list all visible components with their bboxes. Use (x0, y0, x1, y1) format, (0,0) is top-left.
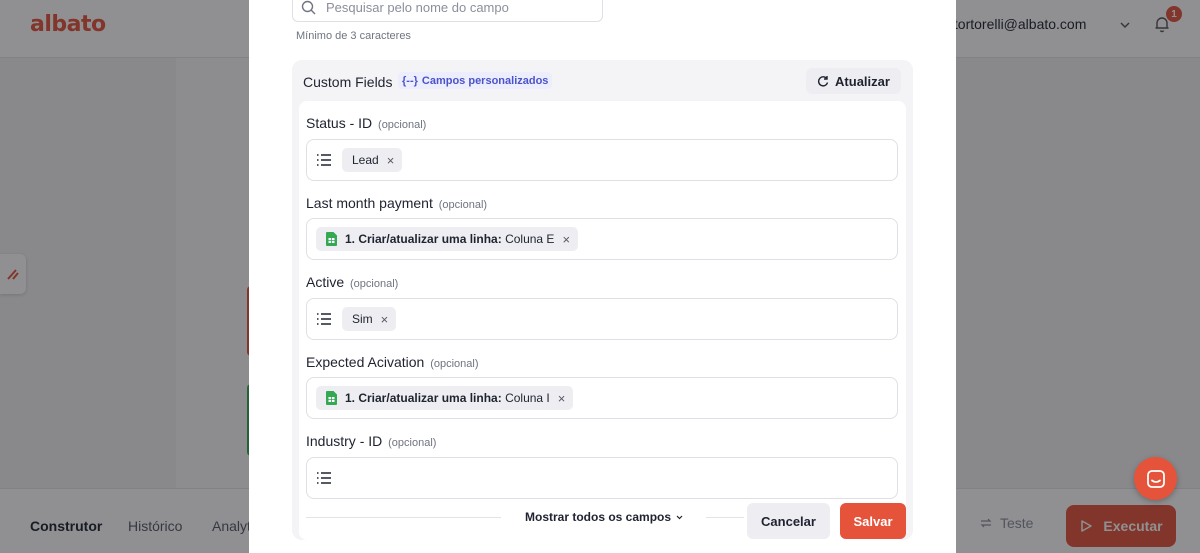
search-hint: Mínimo de 3 caracteres (296, 30, 411, 42)
field-label-industry-id: Industry - ID (opcional) (306, 433, 436, 449)
section-title: Custom Fields (303, 74, 393, 90)
fields-list: Status - ID (opcional) Lead × Last month… (299, 101, 906, 540)
custom-fields-modal: Mínimo de 3 caracteres Custom Fields {--… (249, 0, 956, 553)
list-icon[interactable] (316, 471, 332, 485)
optional-tag: (opcional) (438, 199, 488, 211)
remove-chip-icon[interactable]: × (381, 313, 389, 326)
field-input-active[interactable]: Sim × (306, 298, 898, 340)
refresh-icon (818, 76, 829, 87)
chip-text: Lead (352, 153, 379, 167)
variable-chip: 1. Criar/atualizar uma linha: Coluna E × (316, 227, 579, 251)
remove-chip-icon[interactable]: × (558, 392, 566, 405)
field-label-text: Active (306, 274, 345, 290)
optional-tag: (opcional) (378, 119, 427, 131)
optional-tag: (opcional) (350, 278, 399, 290)
custom-fields-tag: {--} Campos personalizados (398, 72, 553, 89)
remove-chip-icon[interactable]: × (562, 233, 570, 246)
remove-chip-icon[interactable]: × (387, 154, 395, 167)
refresh-button[interactable]: Atualizar (806, 68, 901, 94)
field-label-text: Industry - ID (306, 433, 383, 449)
variable-chip: 1. Criar/atualizar uma linha: Coluna I × (316, 386, 574, 410)
field-label-status-id: Status - ID (opcional) (306, 115, 426, 131)
field-label-text: Status - ID (306, 115, 373, 131)
refresh-button-label: Atualizar (835, 73, 890, 89)
field-label-text: Last month payment (306, 195, 433, 211)
value-chip: Sim × (342, 307, 397, 331)
google-sheets-icon (326, 232, 337, 246)
braces-icon: {--} (402, 74, 418, 87)
field-input-status-id[interactable]: Lead × (306, 139, 898, 181)
search-input[interactable] (326, 0, 586, 15)
chevron-down-icon (676, 515, 683, 519)
value-chip: Lead × (342, 148, 403, 172)
save-button[interactable]: Salvar (840, 503, 906, 539)
field-search[interactable] (292, 0, 603, 22)
show-all-fields-label: Mostrar todos os campos (525, 510, 672, 524)
show-all-fields-toggle[interactable]: Mostrar todos os campos (525, 510, 684, 524)
chip-step-label: 1. Criar/atualizar uma linha: (345, 391, 502, 405)
modal-footer: Mostrar todos os campos Cancelar Salvar (249, 497, 956, 553)
field-label-text: Expected Acivation (306, 354, 425, 370)
chip-text: Coluna E (505, 232, 555, 246)
optional-tag: (opcional) (430, 358, 479, 370)
divider (706, 517, 744, 518)
field-label-expected-activation: Expected Acivation (opcional) (306, 354, 479, 370)
optional-tag: (opcional) (388, 437, 437, 449)
chip-text: Coluna I (505, 391, 550, 405)
chat-support-button[interactable] (1134, 457, 1177, 500)
chip-text: Sim (352, 312, 373, 326)
field-input-expected-activation[interactable]: 1. Criar/atualizar uma linha: Coluna I × (306, 377, 898, 419)
field-input-last-month-payment[interactable]: 1. Criar/atualizar uma linha: Coluna E × (306, 218, 898, 260)
chip-step-label: 1. Criar/atualizar uma linha: (345, 232, 502, 246)
list-icon[interactable] (316, 312, 332, 326)
search-icon (301, 0, 316, 14)
cancel-button[interactable]: Cancelar (747, 503, 830, 539)
google-sheets-icon (326, 391, 337, 405)
field-label-active: Active (opcional) (306, 274, 398, 290)
custom-fields-tag-label: Campos personalizados (421, 74, 549, 87)
divider (306, 517, 501, 518)
field-input-industry-id[interactable] (306, 457, 898, 499)
chat-icon (1146, 469, 1165, 488)
list-icon[interactable] (316, 153, 332, 167)
field-label-last-month-payment: Last month payment (opcional) (306, 195, 487, 211)
custom-fields-section: Custom Fields {--} Campos personalizados… (292, 60, 913, 540)
